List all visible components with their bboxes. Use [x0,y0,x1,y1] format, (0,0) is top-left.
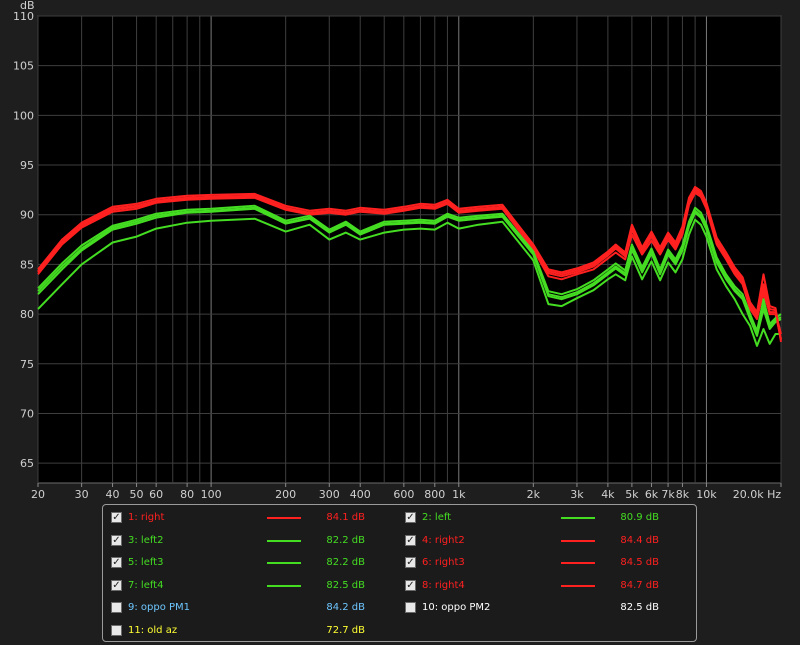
legend-entry: 11: old az 72.7 dB [111,623,401,639]
y-tick-labels: 65707580859095100105110 [13,10,34,470]
legend-color-swatch [561,584,595,587]
legend-checkbox[interactable]: ✓ [405,512,416,523]
legend-color-swatch [267,562,301,565]
legend-entry: 9: oppo PM1 84.2 dB [111,600,401,616]
legend-checkbox[interactable]: ✓ [405,557,416,569]
y-tick-label: 75 [20,358,34,371]
legend-entry: ✓ 5: left3 82.2 dB [111,555,401,571]
legend-entry: ✓ 4: right2 84.4 dB [405,533,695,549]
legend-level-value: 72.7 dB [326,625,365,636]
legend-entry: ✓ 7: left4 82.5 dB [111,578,401,594]
legend-checkbox[interactable]: ✓ [405,579,416,591]
legend-color-swatch [267,517,301,519]
legend-entry: ✓ 1: right 84.1 dB [111,510,401,526]
y-tick-label: 90 [20,209,34,222]
legend-level-value: 84.5 dB [620,557,659,569]
x-tick-label: 30 [75,488,89,501]
legend-checkbox[interactable]: ✓ [111,579,122,591]
legend-series-name: 1: right [128,512,165,523]
legend-checkbox[interactable] [111,602,122,614]
legend-checkbox[interactable] [405,602,416,614]
x-tick-label: 4k [601,488,615,501]
legend-series-name: 8: right4 [422,579,465,591]
legend-series-name: 3: left2 [128,534,164,546]
y-tick-label: 85 [20,258,34,271]
legend-checkbox[interactable]: ✓ [111,557,122,569]
legend-series-name: 7: left4 [128,579,164,591]
x-tick-label: 60 [149,488,163,501]
legend-series-name: 6: right3 [422,557,465,569]
legend-color-swatch [267,539,301,542]
legend-checkbox[interactable]: ✓ [111,512,122,523]
legend-series-name: 5: left3 [128,557,164,569]
x-tick-label: 200 [275,488,296,501]
y-tick-label: 100 [13,109,34,122]
x-tick-label: 20.0k Hz [733,488,782,501]
legend-entry: 10: oppo PM2 82.5 dB [405,600,695,616]
x-tick-label: 10k [696,488,717,501]
legend-series-name: 2: left [422,512,452,523]
x-tick-label: 2k [527,488,541,501]
legend-level-value: 84.4 dB [620,534,659,546]
legend-level-value: 82.2 dB [326,557,365,569]
x-tick-label: 40 [106,488,120,501]
legend-checkbox[interactable]: ✓ [405,534,416,546]
legend-level-value: 84.2 dB [326,602,365,614]
y-tick-label: 65 [20,457,34,470]
legend-entry: ✓ 8: right4 84.7 dB [405,578,695,594]
x-tick-label: 600 [393,488,414,501]
x-tick-label: 7k [661,488,675,501]
legend-series-name: 11: old az [128,625,178,636]
legend-series-name: 10: oppo PM2 [422,602,491,614]
legend-entry: ✓ 2: left 80.9 dB [405,510,695,526]
x-tick-label: 100 [201,488,222,501]
x-tick-label: 800 [424,488,445,501]
x-tick-label: 3k [570,488,584,501]
x-tick-label: 1k [452,488,466,501]
legend-level-value: 82.2 dB [326,534,365,546]
legend-level-value: 84.7 dB [620,579,659,591]
x-tick-label: 8k [676,488,690,501]
x-tick-label: 400 [350,488,371,501]
frequency-response-plot: 65 70 75 80 85 90 95 100 105 110 20 30 40 50 60 80 100 2… [0,0,800,505]
x-tick-labels: 20 30 40 50 60 80 100 200 300 400 600 800 1k 2k 3k 4k 5k… [31,483,782,501]
x-tick-label: 20 [31,488,45,501]
y-tick-label: 80 [20,308,34,321]
y-tick-label: 105 [13,60,34,73]
legend-entry: ✓ 6: right3 84.5 dB [405,555,695,571]
y-axis-unit-label: dB [20,0,35,12]
legend-color-swatch [561,517,595,519]
legend-color-swatch [561,562,595,565]
legend-series-name: 9: oppo PM1 [128,602,191,614]
legend-color-swatch [267,584,301,587]
x-tick-label: 50 [130,488,144,501]
legend-series-name: 4: right2 [422,534,465,546]
x-tick-label: 80 [180,488,194,501]
legend-level-value: 82.5 dB [326,579,365,591]
legend-level-value: 80.9 dB [620,512,659,523]
plot-svg: 65707580859095100105110 20 30 40 50 60 80 100 2… [13,0,782,501]
y-tick-label: 95 [20,159,34,172]
legend-entry: ✓ 3: left2 82.2 dB [111,533,401,549]
legend-level-value: 82.5 dB [620,602,659,614]
x-tick-label: 6k [645,488,659,501]
legend-color-swatch [561,539,595,542]
x-tick-label: 5k [625,488,639,501]
x-tick-label: 300 [319,488,340,501]
y-tick-label: 70 [20,407,34,420]
legend-level-value: 84.1 dB [326,512,365,523]
legend-checkbox[interactable] [111,625,122,636]
legend-panel: ✓ 1: right 84.1 dB ✓ 2: left 80.9 dB ✓ 3: left2… [102,504,697,642]
legend-checkbox[interactable]: ✓ [111,534,122,546]
